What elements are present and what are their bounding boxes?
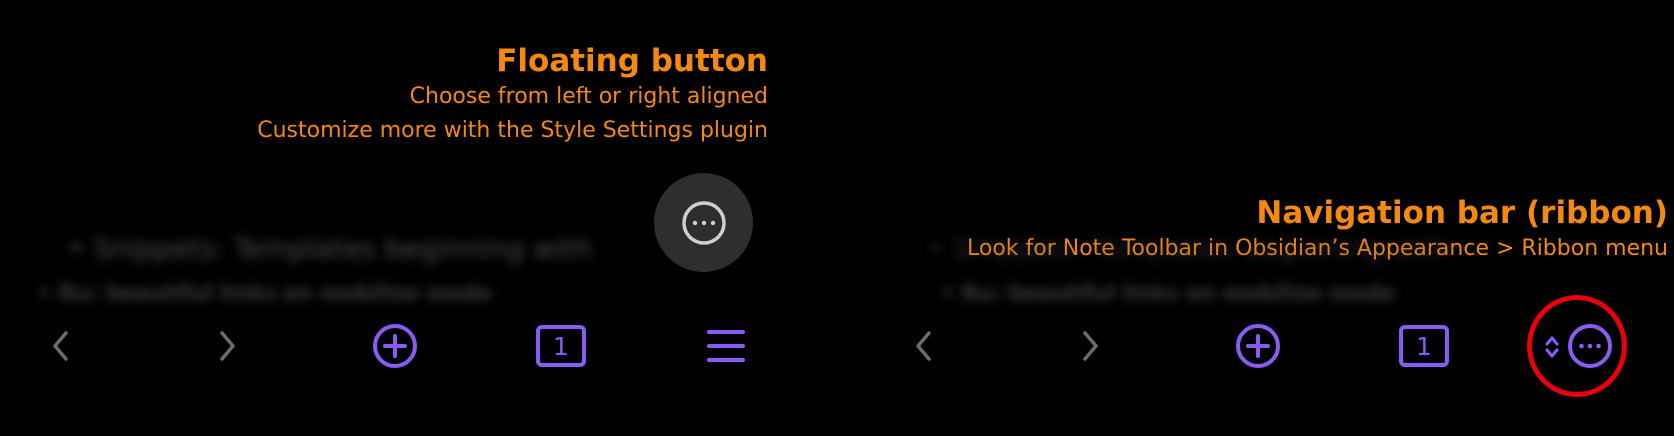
annotation-line: Customize more with the Style Settings p…	[257, 118, 768, 143]
menu-icon[interactable]	[706, 326, 746, 366]
tabs-button[interactable]: 1	[536, 325, 586, 367]
tabs-button[interactable]: 1	[1399, 325, 1449, 367]
ribbon-panel: Navigation bar (ribbon) Look for Note To…	[837, 0, 1674, 436]
annotation-title: Navigation bar (ribbon)	[1256, 195, 1668, 231]
chevron-left-icon[interactable]	[911, 328, 937, 364]
annotation-line: Choose from left or right aligned	[409, 84, 768, 109]
more-options-icon	[681, 200, 726, 245]
new-note-icon[interactable]	[372, 323, 418, 369]
annotation-title: Floating button	[496, 43, 768, 79]
chevron-right-icon[interactable]	[214, 328, 240, 364]
blurred-note-text: • Ru: beautiful links on mobilize mode	[38, 281, 492, 305]
tab-count: 1	[553, 331, 569, 361]
floating-toolbar-button[interactable]	[654, 173, 753, 272]
blurred-note-text: • Snippets: Templates beginning with	[927, 232, 1452, 265]
floating-button-panel: Floating button Choose from left or righ…	[0, 0, 837, 436]
tab-count: 1	[1416, 331, 1432, 361]
highlight-circle	[1527, 295, 1627, 397]
blurred-note-text: • Snippets: Templates beginning with	[68, 232, 593, 265]
chevron-left-icon[interactable]	[48, 328, 74, 364]
blurred-note-text: • Ru: beautiful links on mobilize mode	[941, 281, 1395, 305]
floating-button-annotation: Floating button Choose from left or righ…	[257, 42, 768, 148]
new-note-icon[interactable]	[1235, 323, 1281, 369]
chevron-right-icon[interactable]	[1077, 328, 1103, 364]
